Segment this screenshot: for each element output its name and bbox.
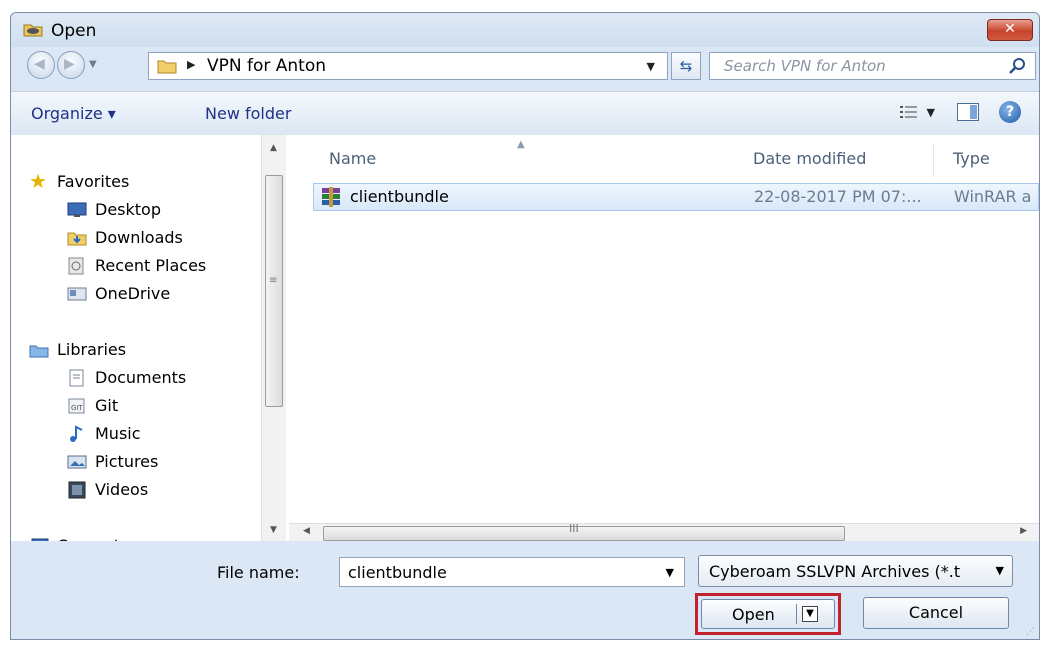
nav-item-label: Recent Places (95, 256, 207, 275)
downloads-icon (67, 232, 87, 246)
documents-icon (69, 369, 84, 387)
scroll-grip-icon: ≡ (269, 275, 278, 286)
scroll-down-arrow-icon[interactable]: ▼ (270, 525, 277, 535)
nav-item-label: Documents (95, 368, 187, 387)
file-list: Name ▲ Date modified Type clientbundle 2… (289, 135, 1039, 541)
column-divider[interactable] (933, 143, 934, 177)
pictures-icon (67, 455, 87, 469)
search-input[interactable]: Search VPN for Anton (724, 57, 886, 75)
new-folder-button[interactable]: New folder (205, 104, 291, 123)
open-button[interactable]: Open ▼ (701, 599, 835, 629)
open-dropdown-icon[interactable]: ▼ (802, 606, 818, 622)
folder-icon (157, 60, 177, 74)
open-folder-icon (23, 24, 43, 37)
open-dialog: Open ✕ ◀ ▶ ▼ ▶ VPN for Anton ▼ ⇆ Search … (10, 12, 1040, 640)
file-type: WinRAR a (954, 187, 1032, 206)
nav-item-label: Music (95, 424, 141, 443)
file-type-filter-value: Cyberoam SSLVPN Archives (*.t (709, 562, 961, 581)
command-bar: Organize ▾ New folder ▼ ? (11, 91, 1039, 137)
open-button-highlight: Open ▼ (695, 593, 841, 635)
horizontal-scrollbar[interactable]: ◀ III ▶ (289, 522, 1039, 542)
forward-button[interactable]: ▶ (57, 51, 85, 79)
search-icon[interactable] (1007, 56, 1027, 76)
refresh-button[interactable]: ⇆ (671, 52, 701, 80)
nav-item-label: Favorites (57, 172, 130, 191)
nav-vertical-scrollbar[interactable]: ▲ ≡ ▼ (261, 135, 286, 541)
scroll-up-arrow-icon[interactable]: ▲ (270, 143, 277, 153)
breadcrumb[interactable]: VPN for Anton (207, 56, 326, 76)
scroll-thumb[interactable] (265, 175, 283, 407)
title-bar[interactable]: Open ✕ (11, 13, 1039, 47)
address-bar[interactable]: ▶ VPN for Anton ▼ (148, 52, 668, 80)
navigation-pane: ★ Favorites Desktop Downloads Recent Pla… (11, 135, 289, 555)
column-header-date[interactable]: Date modified (753, 149, 866, 168)
back-button[interactable]: ◀ (27, 51, 55, 79)
resize-grip-icon[interactable]: ⋰ (1026, 627, 1035, 637)
bottom-bar: File name: clientbundle ▼ Cyberoam SSLVP… (11, 541, 1039, 639)
svg-text:GIT: GIT (71, 404, 83, 412)
cancel-button[interactable]: Cancel (863, 597, 1009, 629)
window-title: Open (51, 21, 97, 41)
nav-item-label: OneDrive (95, 284, 171, 303)
breadcrumb-arrow-icon[interactable]: ▶ (187, 58, 195, 71)
split-divider (796, 604, 797, 624)
forward-arrow-icon: ▶ (64, 56, 75, 72)
videos-icon (68, 481, 86, 499)
recent-places-icon (68, 257, 84, 275)
libraries-icon (29, 345, 49, 358)
file-row[interactable]: clientbundle 22-08-2017 PM 07:... WinRAR… (313, 183, 1039, 211)
nav-item-label: Git (95, 396, 119, 415)
filter-dropdown-icon[interactable]: ▼ (996, 564, 1004, 577)
onedrive-icon (67, 287, 87, 301)
horizontal-scroll-grip-icon: III (569, 522, 579, 535)
scroll-left-arrow-icon[interactable]: ◀ (303, 526, 310, 536)
desktop-icon (67, 202, 87, 217)
preview-pane-button[interactable] (957, 103, 979, 121)
refresh-icon: ⇆ (679, 57, 693, 75)
nav-item-label: Libraries (57, 340, 127, 359)
sort-ascending-icon: ▲ (517, 139, 525, 150)
nav-item-label: Downloads (95, 228, 183, 247)
music-icon (70, 425, 83, 442)
content-area: ★ Favorites Desktop Downloads Recent Pla… (11, 135, 1039, 555)
search-box[interactable]: Search VPN for Anton (709, 52, 1036, 80)
nav-item-label: Videos (95, 480, 149, 499)
view-dropdown[interactable]: ▼ (927, 106, 935, 119)
view-options-icon[interactable] (899, 104, 919, 120)
recent-locations-dropdown[interactable]: ▼ (89, 59, 97, 70)
nav-item-label: Desktop (95, 200, 161, 219)
address-row: ◀ ▶ ▼ ▶ VPN for Anton ▼ ⇆ Search VPN for… (11, 47, 1039, 87)
organize-menu[interactable]: Organize ▾ (31, 104, 116, 123)
star-icon: ★ (29, 169, 47, 193)
file-name-value[interactable]: clientbundle (348, 563, 447, 582)
file-name-field[interactable]: clientbundle ▼ (339, 557, 685, 587)
open-button-label: Open (732, 605, 775, 624)
help-icon[interactable]: ? (999, 101, 1021, 123)
file-name: clientbundle (350, 187, 449, 206)
close-button[interactable]: ✕ (987, 19, 1033, 41)
file-name-dropdown-icon[interactable]: ▼ (666, 566, 674, 579)
address-dropdown[interactable]: ▼ (647, 60, 655, 73)
git-folder-icon: GIT (68, 398, 85, 414)
horizontal-scroll-thumb[interactable] (323, 526, 845, 541)
winrar-archive-icon (322, 187, 340, 207)
nav-item-label: Pictures (95, 452, 159, 471)
file-date: 22-08-2017 PM 07:... (754, 187, 922, 206)
file-name-label: File name: (217, 563, 300, 582)
scroll-right-arrow-icon[interactable]: ▶ (1020, 526, 1027, 536)
column-header-name[interactable]: Name (329, 149, 376, 168)
column-header-type[interactable]: Type (953, 149, 990, 168)
back-arrow-icon: ◀ (34, 56, 45, 72)
file-type-filter[interactable]: Cyberoam SSLVPN Archives (*.t ▼ (698, 555, 1013, 587)
